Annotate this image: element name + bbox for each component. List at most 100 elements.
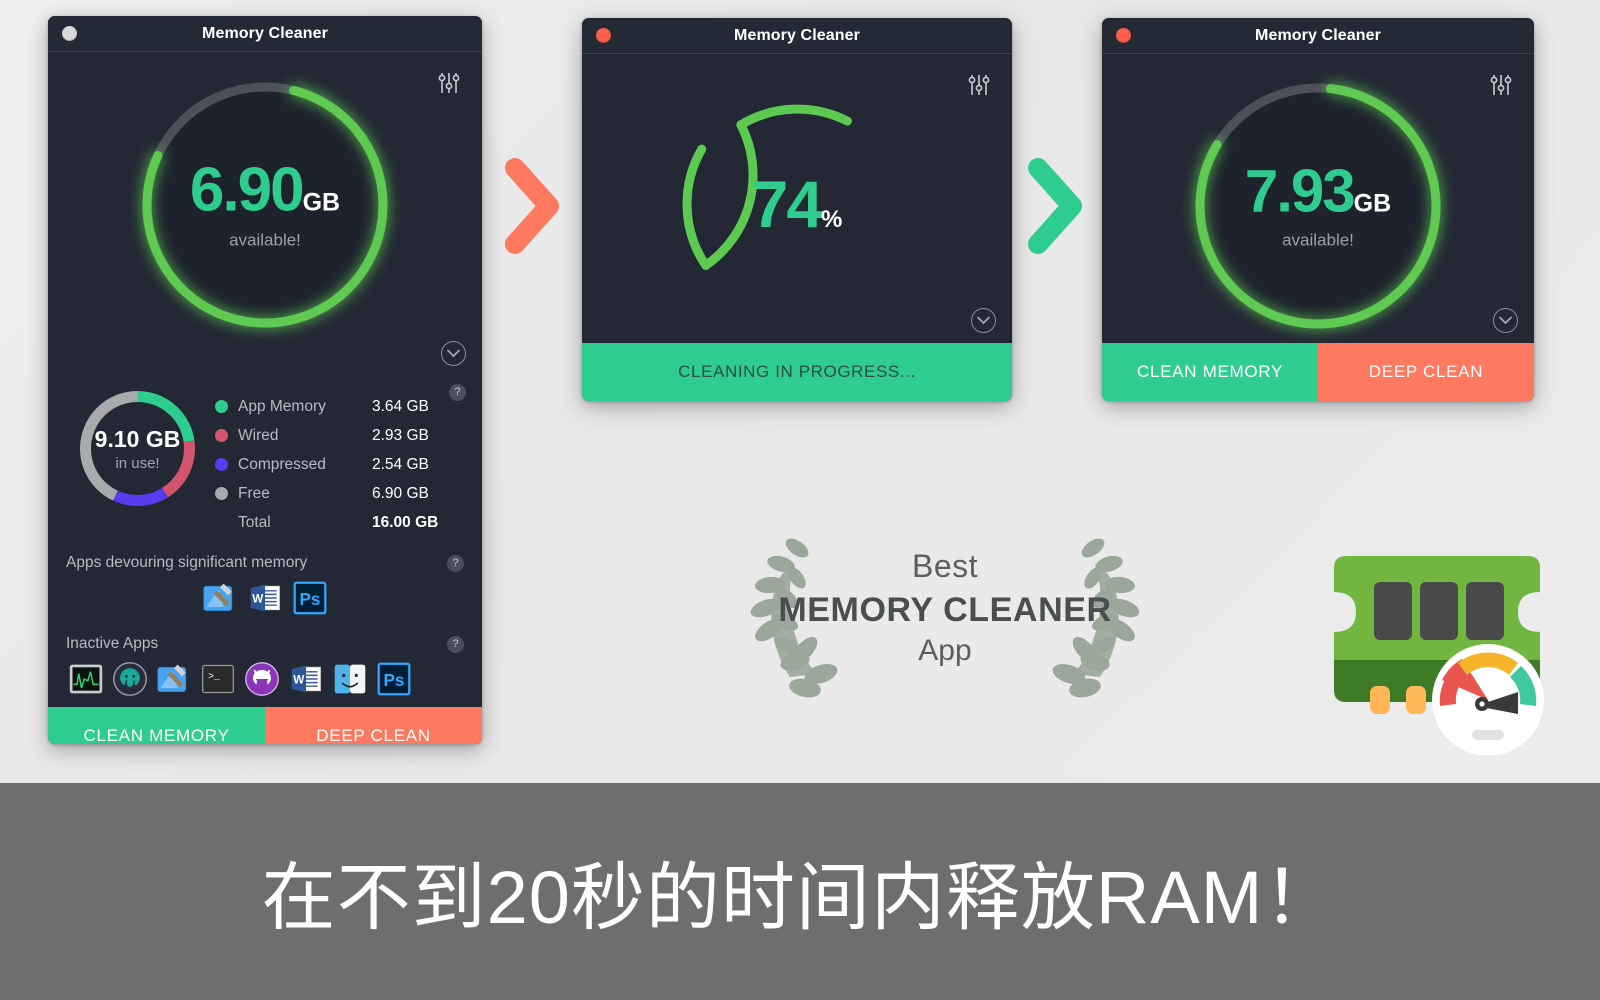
legend-row: App Memory 3.64 GB (215, 392, 464, 421)
terminal-icon[interactable]: >_ (200, 661, 236, 697)
caption-bar: 在不到20秒的时间内释放RAM！ (0, 783, 1600, 1000)
memory-usage-section: 9.10 GB in use! App Memory 3.64 GB Wired… (48, 372, 482, 545)
legend-swatch-app-memory (215, 400, 228, 413)
action-buttons-done: CLEAN MEMORY DEEP CLEAN (1102, 343, 1534, 401)
memory-usage-donut: 9.10 GB in use! (60, 386, 215, 511)
activity-monitor-icon[interactable] (68, 661, 104, 697)
inactive-section-header: Inactive Apps ? (48, 626, 482, 657)
legend-value-total: 16.00 GB (372, 513, 439, 531)
legend-value: 2.93 GB (372, 426, 429, 444)
award-text: Best MEMORY CLEANER App (735, 522, 1155, 668)
microsoft-word-icon[interactable]: W (288, 661, 324, 697)
devouring-help-icon[interactable]: ? (447, 554, 464, 572)
memory-cleaner-window-idle[interactable]: Memory Cleaner 6.90GB available! 9.10 GB… (48, 16, 482, 744)
window-body-done: 7.93GB available! (1102, 54, 1534, 343)
titlebar-done[interactable]: Memory Cleaner (1102, 18, 1534, 54)
progress-unit: % (821, 206, 843, 233)
expand-chevron-icon[interactable] (971, 308, 996, 333)
close-dot-active[interactable] (596, 28, 611, 43)
status-bar-cleaning: CLEANING IN PROGRESS... (582, 343, 1012, 401)
memory-in-use-label: in use! (115, 454, 160, 472)
award-line-best: Best (911, 548, 979, 584)
legend-value: 3.64 GB (372, 397, 429, 415)
gitkraken-icon[interactable] (112, 661, 148, 697)
finder-icon[interactable] (332, 661, 368, 697)
svg-text:Ps: Ps (300, 590, 321, 609)
gauge-readout-idle: 6.90GB available! (130, 159, 400, 251)
cleaning-status-label: CLEANING IN PROGRESS... (582, 343, 1012, 401)
titlebar-cleaning[interactable]: Memory Cleaner (582, 18, 1012, 54)
cleaning-progress-gauge: 74% (657, 64, 937, 344)
screenshot-stage: Memory Cleaner 6.90GB available! 9.10 GB… (0, 0, 1600, 1000)
arrow-step-1 (505, 158, 561, 259)
action-buttons-idle: CLEAN MEMORY DEEP CLEAN (48, 707, 482, 744)
titlebar-idle[interactable]: Memory Cleaner (48, 16, 482, 52)
memory-legend: App Memory 3.64 GB Wired 2.93 GB Compres… (215, 386, 464, 537)
legend-row: Free 6.90 GB (215, 479, 464, 508)
inactive-title: Inactive Apps (66, 635, 159, 652)
settings-sliders-icon[interactable] (436, 70, 462, 101)
svg-text:W: W (293, 674, 305, 687)
legend-label-total: Total (238, 513, 271, 531)
legend-swatch-compressed (215, 458, 228, 471)
available-memory-gauge-done: 7.93GB available! (1182, 70, 1454, 342)
award-line-title: MEMORY CLEANER (778, 591, 1112, 629)
award-badge: Best MEMORY CLEANER App (735, 522, 1155, 702)
devouring-title: Apps devouring significant memory (66, 554, 308, 571)
legend-swatch-free (215, 487, 228, 500)
legend-value: 2.54 GB (372, 455, 429, 473)
window-title: Memory Cleaner (1255, 26, 1381, 44)
devouring-section-header: Apps devouring significant memory ? (48, 545, 482, 576)
available-memory-gauge: 6.90GB available! (130, 70, 400, 340)
window-body-cleaning: 74% (582, 54, 1012, 343)
legend-label: Wired (238, 426, 279, 444)
photoshop-icon[interactable]: Ps (292, 580, 328, 616)
gauge-value: 6.90 (189, 155, 305, 225)
legend-label: App Memory (238, 397, 326, 415)
xcode-icon[interactable] (156, 661, 192, 697)
photoshop-icon[interactable]: Ps (376, 661, 412, 697)
donut-readout: 9.10 GB in use! (60, 426, 215, 472)
usage-help-icon[interactable]: ? (449, 384, 466, 401)
close-dot-inactive[interactable] (62, 26, 77, 41)
gauge-value: 7.93 (1244, 157, 1356, 225)
deep-clean-button[interactable]: DEEP CLEAN (265, 707, 482, 744)
memory-cleaner-window-cleaning[interactable]: Memory Cleaner 74% CLEANING IN PROGRESS.… (582, 18, 1012, 401)
inactive-apps-row: >_ W Ps (48, 657, 482, 707)
gauge-unit: GB (302, 188, 341, 217)
xcode-icon[interactable] (202, 580, 238, 616)
legend-value: 6.90 GB (372, 484, 429, 502)
memory-in-use-value: 9.10 GB (94, 425, 181, 452)
clean-memory-button[interactable]: CLEAN MEMORY (48, 707, 265, 744)
legend-label: Free (238, 484, 270, 502)
deep-clean-button[interactable]: DEEP CLEAN (1318, 343, 1534, 401)
memory-cleaner-window-clean-done[interactable]: Memory Cleaner 7.93GB available! CLEAN M… (1102, 18, 1534, 401)
svg-text:Ps: Ps (384, 671, 405, 690)
ram-chip-gauge-icon (1322, 540, 1552, 756)
clean-memory-button[interactable]: CLEAN MEMORY (1102, 343, 1318, 401)
window-title: Memory Cleaner (734, 26, 860, 44)
legend-row-total: Total 16.00 GB (215, 508, 464, 537)
svg-text:W: W (252, 593, 264, 606)
gauge-subtext: available! (1282, 230, 1354, 250)
arrow-step-2 (1028, 158, 1084, 259)
close-dot-active[interactable] (1116, 28, 1131, 43)
devouring-apps-row: W Ps (48, 576, 482, 626)
gauge-subtext: available! (229, 230, 301, 250)
window-body-idle: 6.90GB available! (48, 52, 482, 372)
settings-sliders-icon[interactable] (1488, 72, 1514, 103)
svg-text:>_: >_ (208, 671, 220, 682)
legend-swatch-wired (215, 429, 228, 442)
legend-label: Compressed (238, 455, 326, 473)
github-desktop-icon[interactable] (244, 661, 280, 697)
settings-sliders-icon[interactable] (966, 72, 992, 103)
gauge-unit: GB (1353, 189, 1392, 218)
inactive-help-icon[interactable]: ? (447, 635, 464, 653)
gauge-readout-done: 7.93GB available! (1182, 161, 1454, 251)
progress-value: 74 (751, 167, 823, 241)
legend-row: Wired 2.93 GB (215, 421, 464, 450)
window-title: Memory Cleaner (202, 24, 328, 42)
expand-chevron-icon[interactable] (1493, 308, 1518, 333)
microsoft-word-icon[interactable]: W (247, 580, 283, 616)
expand-chevron-icon[interactable] (441, 341, 466, 366)
